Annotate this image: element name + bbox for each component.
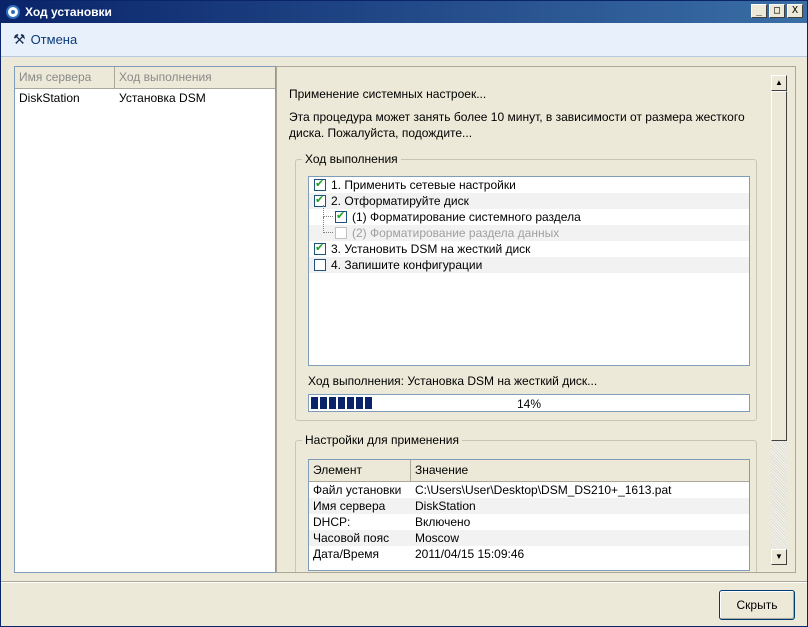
vertical-scrollbar[interactable]: ▲ ▼ xyxy=(771,75,787,565)
server-status: Установка DSM xyxy=(119,91,206,105)
task-label: 4. Запишите конфигурации xyxy=(331,258,483,272)
server-list-header: Имя сервера Ход выполнения xyxy=(15,67,275,89)
settings-table-header: Элемент Значение xyxy=(309,460,749,482)
settings-row[interactable]: DHCP: Включено xyxy=(309,514,749,530)
setting-element: Дата/Время xyxy=(313,547,380,561)
settings-row[interactable]: Дата/Время 2011/04/15 15:09:46 xyxy=(309,546,749,562)
task-checkbox xyxy=(314,259,326,271)
task-item: (1) Форматирование системного раздела xyxy=(309,205,749,225)
details-panel: Применение системных настроек... Эта про… xyxy=(276,66,796,573)
settings-group: Настройки для применения Элемент Значени… xyxy=(295,433,757,572)
progress-label: Ход выполнения: Установка DSM на жесткий… xyxy=(308,374,598,388)
setting-value: 2011/04/15 15:09:46 xyxy=(415,547,525,561)
task-item: 3. Установить DSM на жесткий диск xyxy=(309,241,749,257)
setting-element: DHCP: xyxy=(313,515,351,529)
settings-table[interactable]: Элемент Значение Файл установки C:\Users\… xyxy=(308,459,750,571)
tools-icon: ⚒ xyxy=(13,31,26,47)
scroll-thumb[interactable] xyxy=(771,91,787,441)
setting-value: C:\Users\User\Desktop\DSM_DS210+_1613.pa… xyxy=(415,483,672,497)
progress-percent: 14% xyxy=(516,397,542,411)
settings-rows: Файл установки C:\Users\User\Desktop\DSM_… xyxy=(309,482,749,562)
progress-group: Ход выполнения 1. Применить сетевые наст… xyxy=(295,152,757,421)
app-icon xyxy=(6,5,20,19)
task-item: 1. Применить сетевые настройки xyxy=(309,177,749,193)
task-item: 4. Запишите конфигурации xyxy=(309,257,749,273)
close-window-button[interactable]: X xyxy=(787,4,803,18)
task-checkbox xyxy=(335,209,347,223)
window-controls: _ □ X xyxy=(751,4,803,18)
setting-element: Файл установки xyxy=(313,483,402,497)
cancel-button[interactable]: ⚒ Отмена xyxy=(13,31,77,48)
task-label: 2. Отформатируйте диск xyxy=(331,194,469,208)
task-checkbox xyxy=(314,241,326,255)
setting-element: Имя сервера xyxy=(313,499,386,513)
task-list: 1. Применить сетевые настройки 2. Отформа… xyxy=(308,176,750,366)
task-item: 2. Отформатируйте диск xyxy=(309,193,749,209)
tree-connector xyxy=(323,217,333,233)
status-description: Эта процедура может занять более 10 мину… xyxy=(289,110,745,140)
content-area: Имя сервера Ход выполнения DiskStation У… xyxy=(9,63,799,573)
column-progress[interactable]: Ход выполнения xyxy=(115,67,275,88)
toolbar: ⚒ Отмена xyxy=(1,23,807,57)
window-title: Ход установки xyxy=(25,5,112,19)
scroll-up-button[interactable]: ▲ xyxy=(771,75,787,91)
task-item: (2) Форматирование раздела данных xyxy=(309,217,749,241)
settings-row[interactable]: Имя сервера DiskStation xyxy=(309,498,749,514)
installation-progress-window: Ход установки _ □ X ⚒ Отмена Имя сервера… xyxy=(0,0,808,627)
setting-value: Включено xyxy=(415,515,471,529)
task-label: 3. Установить DSM на жесткий диск xyxy=(331,242,531,256)
task-label: (1) Форматирование системного раздела xyxy=(352,210,581,224)
minimize-button[interactable]: _ xyxy=(751,4,767,18)
settings-row[interactable]: Файл установки C:\Users\User\Desktop\DSM_… xyxy=(309,482,749,498)
progress-group-title: Ход выполнения xyxy=(302,152,401,166)
settings-group-title: Настройки для применения xyxy=(302,433,462,447)
server-row[interactable]: DiskStation Установка DSM xyxy=(15,89,275,107)
setting-element: Часовой пояс xyxy=(313,531,390,545)
maximize-button[interactable]: □ xyxy=(769,4,785,18)
server-list[interactable]: Имя сервера Ход выполнения DiskStation У… xyxy=(14,66,276,573)
server-name: DiskStation xyxy=(19,91,80,105)
scroll-down-button[interactable]: ▼ xyxy=(771,549,787,565)
hide-button[interactable]: Скрыть xyxy=(719,590,795,620)
setting-value: Moscow xyxy=(415,531,460,545)
task-label: (2) Форматирование раздела данных xyxy=(352,226,560,240)
task-label: 1. Применить сетевые настройки xyxy=(331,178,516,192)
progress-bar: 14% xyxy=(308,394,750,412)
tree-connector xyxy=(323,205,333,217)
column-server-name[interactable]: Имя сервера xyxy=(15,67,115,88)
title-bar[interactable]: Ход установки _ □ X xyxy=(1,1,807,23)
task-checkbox xyxy=(335,227,347,239)
cancel-label: Отмена xyxy=(30,32,78,47)
footer-separator xyxy=(1,581,807,583)
column-value[interactable]: Значение xyxy=(411,460,749,481)
column-element[interactable]: Элемент xyxy=(309,460,411,481)
settings-row[interactable]: Часовой пояс Moscow xyxy=(309,530,749,546)
setting-value: DiskStation xyxy=(415,499,476,513)
status-line: Применение системных настроек... xyxy=(289,87,487,101)
task-checkbox xyxy=(314,177,326,191)
